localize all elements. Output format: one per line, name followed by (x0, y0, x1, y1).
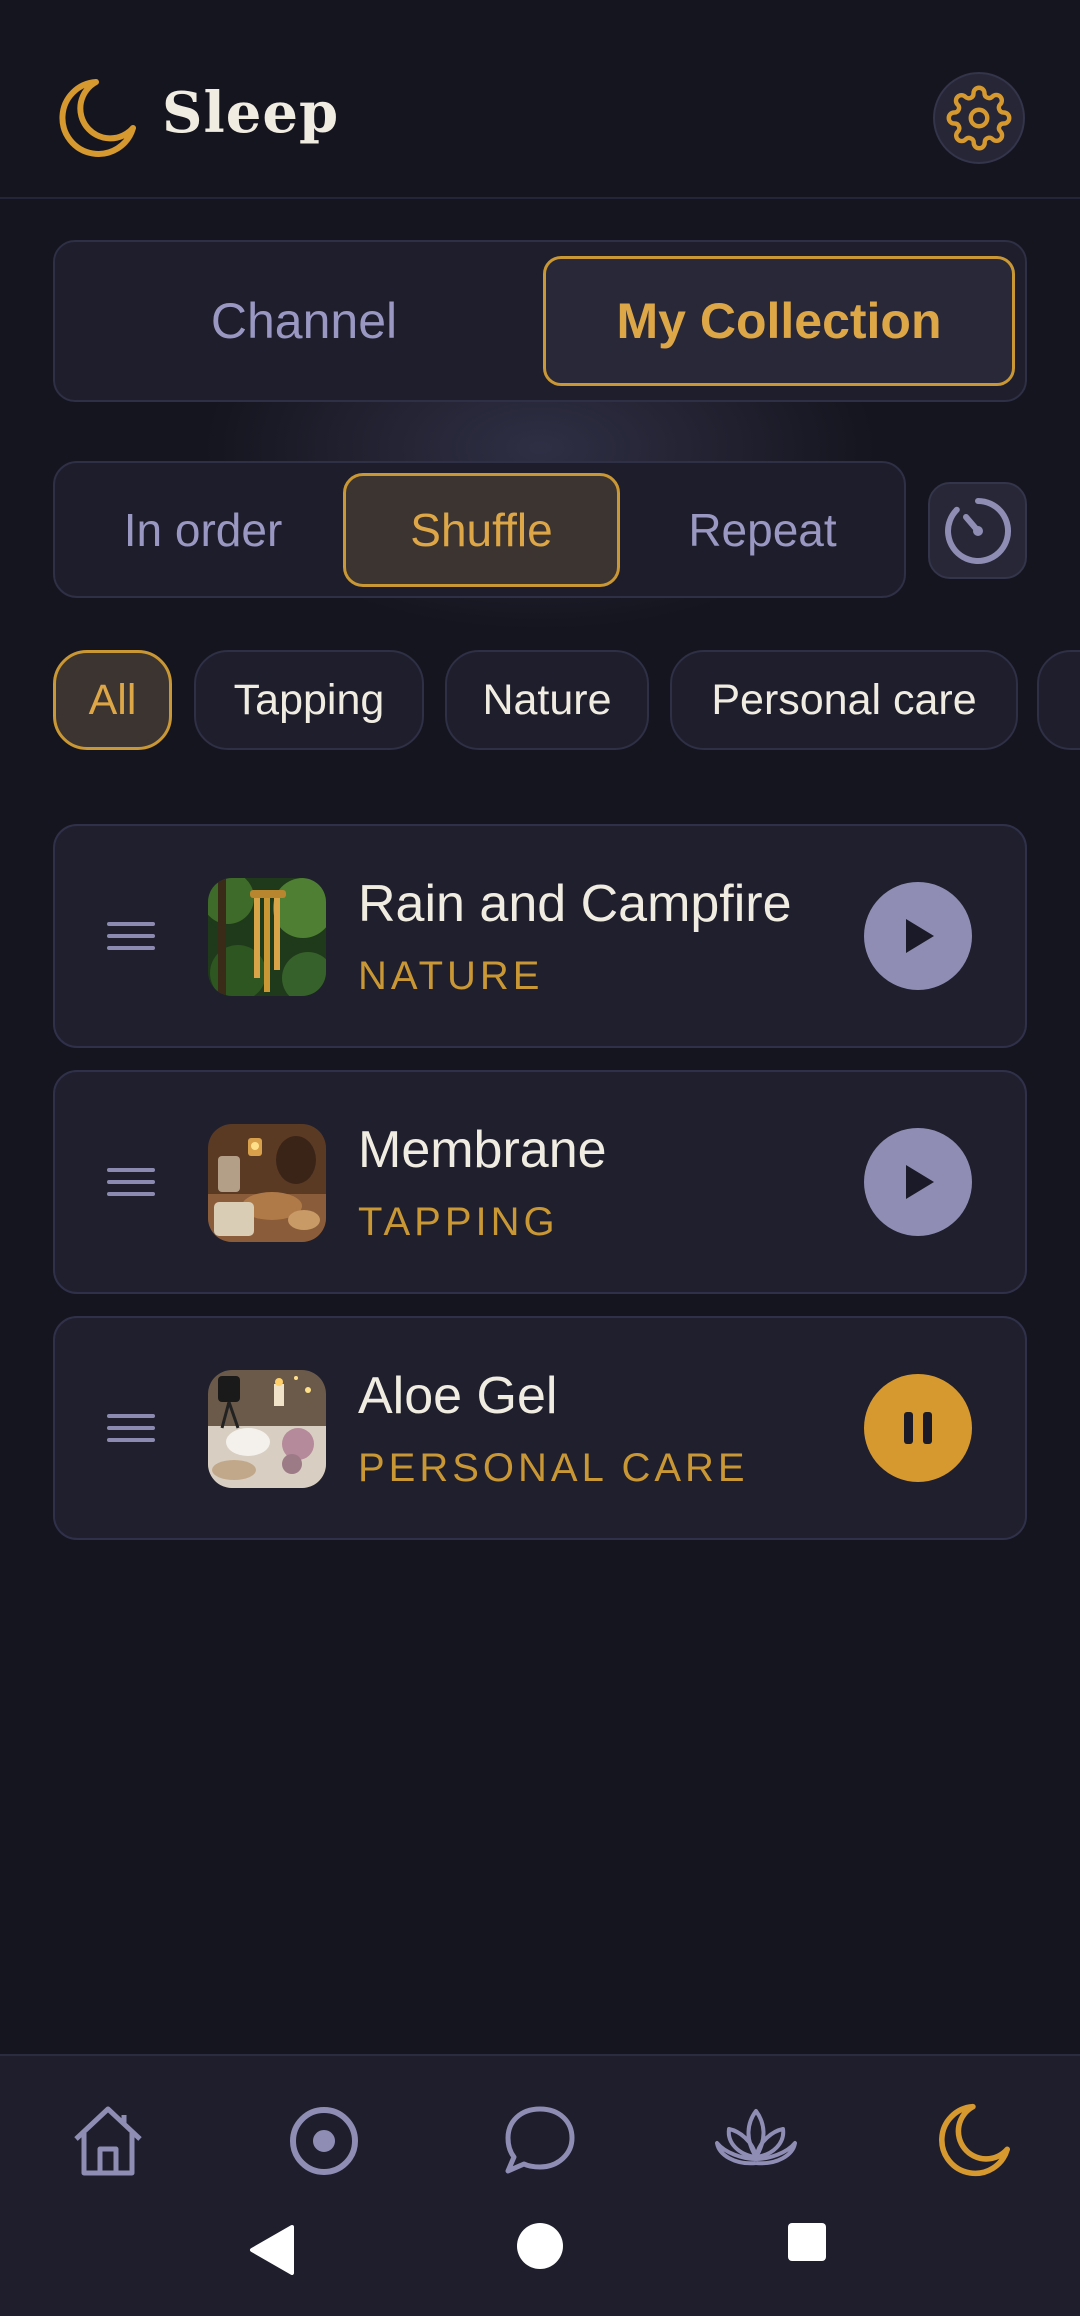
track-thumbnail (208, 878, 326, 996)
drag-handle-icon[interactable] (107, 922, 155, 954)
moon-icon (939, 2103, 1010, 2177)
target-icon (290, 2107, 358, 2175)
play-icon (906, 919, 934, 953)
mode-repeat[interactable]: Repeat (625, 473, 900, 587)
track-category: TAPPING (358, 1200, 559, 1244)
pause-button[interactable] (864, 1374, 972, 1482)
lotus-icon (715, 2109, 797, 2166)
track-row[interactable]: Membrane TAPPING (53, 1070, 1027, 1294)
drag-handle-icon[interactable] (107, 1414, 155, 1446)
chat-icon (505, 2106, 575, 2174)
back-icon (250, 2225, 294, 2275)
nav-home[interactable] (63, 2096, 153, 2186)
mode-in-order[interactable]: In order (63, 473, 343, 587)
track-title: Aloe Gel (358, 1367, 558, 1425)
recents-icon (788, 2223, 826, 2261)
tab-my-collection[interactable]: My Collection (543, 256, 1015, 386)
app-header: Sleep (0, 0, 1080, 199)
page-title: Sleep (162, 80, 340, 146)
play-button[interactable] (864, 1128, 972, 1236)
play-icon (906, 1165, 934, 1199)
nav-sleep[interactable] (927, 2096, 1017, 2186)
drag-handle-icon[interactable] (107, 1168, 155, 1200)
track-category: NATURE (358, 954, 544, 998)
home-circle-icon (517, 2223, 563, 2269)
timer-icon (944, 497, 1011, 564)
track-thumbnail (208, 1124, 326, 1242)
track-title: Membrane (358, 1121, 607, 1179)
tab-channel[interactable]: Channel (69, 256, 539, 386)
track-row[interactable]: Aloe Gel PERSONAL CARE (53, 1316, 1027, 1540)
category-filter: All Tapping Nature Personal care (53, 650, 1080, 750)
bottom-navigation (0, 2054, 1080, 2316)
collection-tabs: Channel My Collection (53, 240, 1027, 402)
chip-all[interactable]: All (53, 650, 172, 750)
nav-target[interactable] (279, 2096, 369, 2186)
gear-icon (946, 85, 1012, 151)
system-home-button[interactable] (516, 2222, 564, 2270)
chip-personal-care[interactable]: Personal care (670, 650, 1018, 750)
moon-icon (59, 79, 136, 157)
system-recents-button[interactable] (787, 2222, 827, 2262)
track-thumbnail (208, 1370, 326, 1488)
nav-chat[interactable] (495, 2096, 585, 2186)
track-category: PERSONAL CARE (358, 1446, 749, 1490)
mode-shuffle[interactable]: Shuffle (343, 473, 620, 587)
settings-button[interactable] (933, 72, 1025, 164)
system-back-button[interactable] (244, 2222, 300, 2278)
track-title: Rain and Campfire (358, 875, 792, 933)
chip-tapping[interactable]: Tapping (194, 650, 424, 750)
home-icon (74, 2106, 142, 2176)
pause-icon (904, 1412, 932, 1444)
chip-more[interactable] (1037, 650, 1080, 750)
sleep-timer-button[interactable] (928, 482, 1027, 579)
play-button[interactable] (864, 882, 972, 990)
nav-lotus[interactable] (711, 2096, 801, 2186)
play-mode-selector: In order Shuffle Repeat (53, 461, 906, 598)
chip-nature[interactable]: Nature (445, 650, 649, 750)
track-row[interactable]: Rain and Campfire NATURE (53, 824, 1027, 1048)
